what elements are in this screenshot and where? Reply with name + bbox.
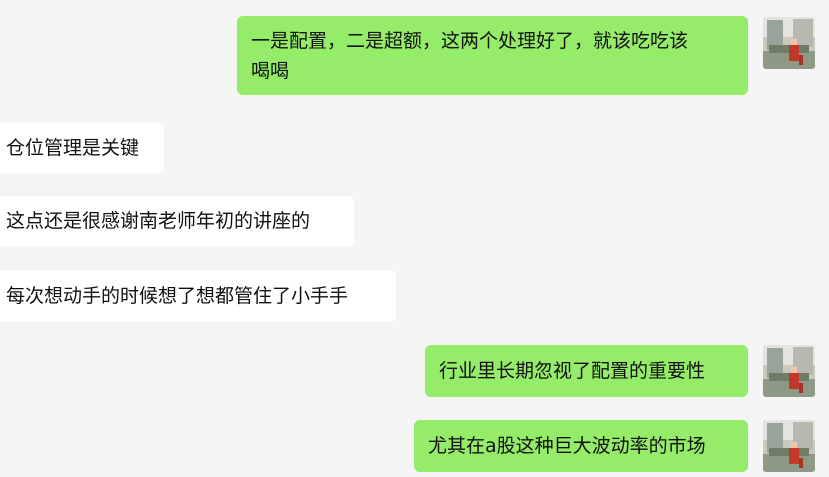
message-text-line: 尤其在a股这种巨大波动率的市场 bbox=[428, 435, 706, 457]
avatar[interactable] bbox=[763, 345, 815, 397]
message-bubble-outgoing[interactable]: 行业里长期忽视了配置的重要性 bbox=[425, 345, 748, 397]
avatar-image bbox=[763, 420, 815, 472]
chat-window: { "messages": [ { "side": "out", "lines"… bbox=[0, 0, 829, 477]
message-bubble-incoming[interactable]: 每次想动手的时候想了想都管住了小手手 bbox=[0, 270, 396, 322]
avatar[interactable] bbox=[763, 17, 815, 69]
message-text-line: 这点还是很感谢南老师年初的讲座的 bbox=[6, 210, 311, 232]
message-bubble-outgoing[interactable]: 尤其在a股这种巨大波动率的市场 bbox=[414, 420, 748, 472]
avatar-image bbox=[763, 345, 815, 397]
message-text-line: 每次想动手的时候想了想都管住了小手手 bbox=[6, 285, 349, 307]
avatar-image bbox=[763, 17, 815, 69]
message-bubble-incoming[interactable]: 这点还是很感谢南老师年初的讲座的 bbox=[0, 196, 354, 247]
message-bubble-outgoing[interactable]: 一是配置，二是超额，这两个处理好了，就该吃吃该 喝喝 bbox=[237, 16, 748, 95]
message-text-line: 一是配置，二是超额，这两个处理好了，就该吃吃该 bbox=[251, 30, 689, 52]
message-bubble-incoming[interactable]: 仓位管理是关键 bbox=[0, 123, 164, 173]
message-text-line: 行业里长期忽视了配置的重要性 bbox=[439, 360, 706, 382]
message-text-line: 仓位管理是关键 bbox=[6, 137, 140, 159]
avatar[interactable] bbox=[763, 420, 815, 472]
message-text-line: 喝喝 bbox=[251, 60, 290, 82]
